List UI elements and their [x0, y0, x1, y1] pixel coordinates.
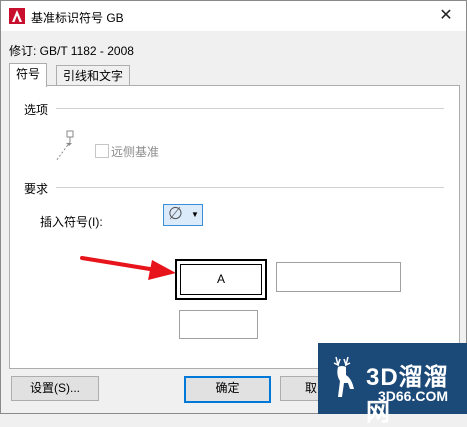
- datum-extra-field[interactable]: [179, 310, 258, 339]
- requirements-separator: [56, 187, 444, 188]
- far-side-datum-checkbox[interactable]: [95, 144, 109, 158]
- revision-label: 修订: GB/T 1182 - 2008: [9, 44, 134, 58]
- insert-symbol-dropdown[interactable]: ∅ ▼: [163, 204, 203, 226]
- ok-button[interactable]: 确定: [184, 376, 271, 403]
- tab-symbol[interactable]: 符号: [9, 63, 48, 87]
- datum-leader-icon: [55, 130, 74, 162]
- tab-leader-text[interactable]: 引线和文字: [56, 65, 131, 87]
- insert-symbol-label: 插入符号(I):: [40, 215, 103, 229]
- autocad-logo-icon: [9, 8, 25, 24]
- window-title: 基准标识符号 GB: [31, 11, 124, 25]
- settings-button-label: 设置(S)...: [30, 381, 80, 395]
- options-group-label: 选项: [24, 103, 49, 117]
- close-icon: ✕: [439, 7, 453, 24]
- requirements-group-label: 要求: [24, 182, 49, 196]
- tab-panel: 选项 远侧基准 要求 插入符号(I): ∅ ▼ A: [9, 85, 460, 369]
- tab-leader-text-label: 引线和文字: [63, 69, 124, 83]
- datum-letter-field[interactable]: A: [180, 264, 262, 295]
- diameter-icon: ∅: [168, 204, 183, 223]
- watermark: 3D溜溜网 3D66.COM: [318, 343, 467, 426]
- title-bar[interactable]: 基准标识符号 GB ✕: [1, 1, 466, 31]
- deer-logo-icon: [333, 356, 354, 397]
- options-separator: [56, 108, 444, 109]
- red-arrow-annotation: [80, 256, 176, 280]
- cancel-button-label: 取: [304, 381, 317, 395]
- datum-letter-box[interactable]: A: [175, 259, 267, 300]
- ok-button-label: 确定: [215, 381, 240, 395]
- tab-symbol-label: 符号: [16, 67, 41, 81]
- far-side-datum-label: 远侧基准: [111, 145, 160, 159]
- settings-button[interactable]: 设置(S)...: [11, 376, 99, 401]
- chevron-down-icon: ▼: [191, 210, 199, 219]
- watermark-url: 3D66.COM: [378, 388, 449, 404]
- close-button[interactable]: ✕: [426, 1, 466, 31]
- datum-modifier-field[interactable]: [276, 262, 401, 292]
